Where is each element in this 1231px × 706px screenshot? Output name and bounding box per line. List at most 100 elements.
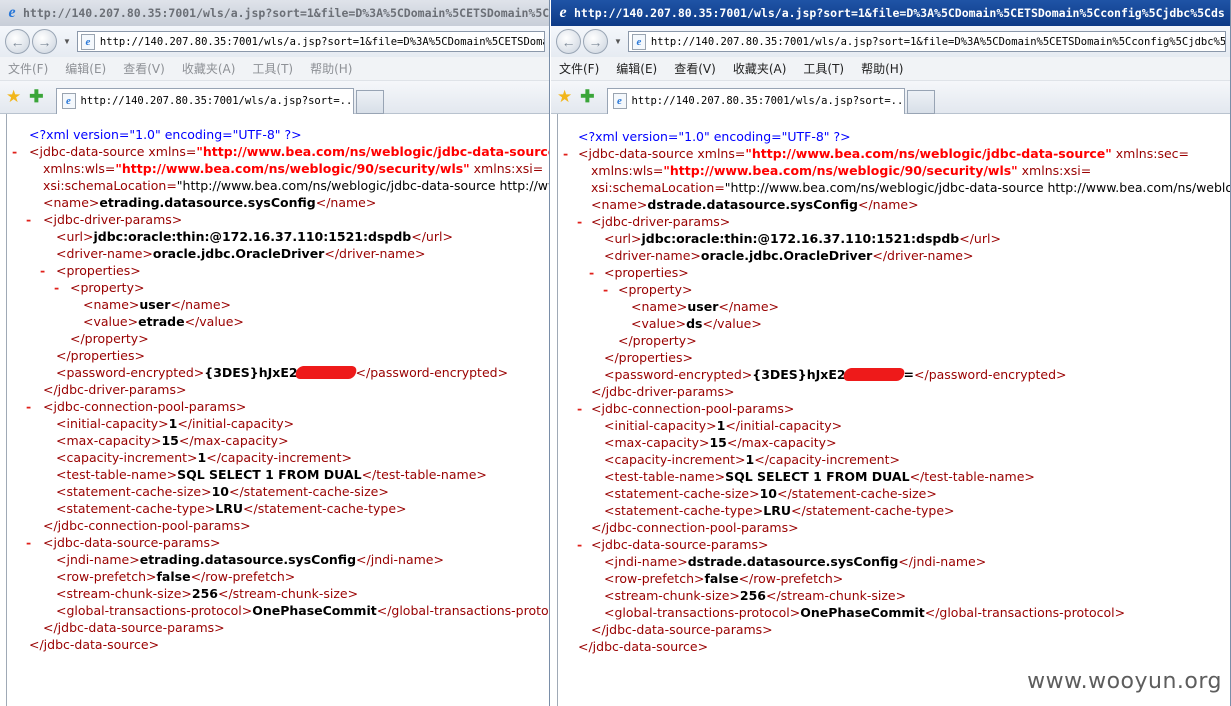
menu-help[interactable]: 帮助(H) (861, 60, 903, 77)
xml-line-name: <name>dstrade.datasource.sysConfig</name… (591, 197, 919, 212)
navigation-bar: ← → ▼ e http://140.207.80.35:7001/wls/a.… (551, 26, 1230, 57)
xml-line-global-tx: <global-transactions-protocol>OnePhaseCo… (604, 605, 1126, 620)
xml-line-xmlns-wls: xmlns:wls="http://www.bea.com/ns/weblogi… (43, 161, 544, 176)
forward-button[interactable]: → (32, 29, 57, 54)
title-bar[interactable]: e http://140.207.80.35:7001/wls/a.jsp?so… (551, 0, 1230, 26)
collapse-toggle[interactable]: - (54, 279, 59, 296)
xml-line-driver-params: - <jdbc-driver-params> (26, 211, 183, 228)
browser-window-right: e http://140.207.80.35:7001/wls/a.jsp?so… (551, 0, 1231, 706)
favorites-bar: ★ ✚ e http://140.207.80.35:7001/wls/a.js… (551, 81, 1230, 114)
xml-line-driver-params-close: </jdbc-driver-params> (43, 382, 187, 397)
new-tab-button[interactable] (355, 89, 384, 114)
xml-line-stream-chunk: <stream-chunk-size>256</stream-chunk-siz… (56, 586, 359, 601)
favorites-star-icon[interactable]: ★ (557, 87, 572, 107)
collapse-toggle[interactable]: - (603, 281, 608, 298)
collapse-toggle[interactable]: - (40, 262, 45, 279)
xml-line-ds-params-close: </jdbc-data-source-params> (43, 620, 225, 635)
xml-line-prop-name: <name>user</name> (83, 297, 231, 312)
xml-content: <?xml version="1.0" encoding="UTF-8" ?> … (557, 114, 1230, 706)
menu-favorites[interactable]: 收藏夹(A) (182, 60, 236, 77)
menu-file[interactable]: 文件(F) (559, 60, 599, 77)
collapse-toggle[interactable]: - (12, 143, 17, 160)
menu-edit[interactable]: 编辑(E) (616, 60, 657, 77)
collapse-toggle[interactable]: - (26, 398, 31, 415)
menu-view[interactable]: 查看(V) (674, 60, 716, 77)
collapse-toggle[interactable]: - (589, 264, 594, 281)
xml-line-properties-close: </properties> (604, 350, 693, 365)
collapse-toggle[interactable]: - (577, 536, 582, 553)
browser-tab[interactable]: e http://140.207.80.35:7001/wls/a.jsp?so… (55, 87, 354, 114)
window-title: http://140.207.80.35:7001/wls/a.jsp?sort… (23, 6, 549, 20)
xml-line-capacity-increment: <capacity-increment>1</capacity-incremen… (56, 450, 352, 465)
tab-page-icon: e (61, 93, 76, 109)
menu-file[interactable]: 文件(F) (8, 60, 48, 77)
ie-logo-icon: e (559, 4, 567, 21)
back-button[interactable]: ← (5, 29, 30, 54)
xml-line-global-tx: <global-transactions-protocol>OnePhaseCo… (56, 603, 549, 618)
ie-logo-icon: e (8, 4, 16, 21)
xml-line-property-close: </property> (618, 333, 697, 348)
navigation-bar: ← → ▼ e http://140.207.80.35:7001/wls/a.… (0, 26, 549, 57)
forward-button[interactable]: → (583, 29, 608, 54)
tab-page-icon: e (612, 93, 627, 109)
collapse-toggle[interactable]: - (563, 145, 568, 162)
browser-window-left: e http://140.207.80.35:7001/wls/a.jsp?so… (0, 0, 550, 706)
xml-line-jndi-name: <jndi-name>etrading.datasource.sysConfig… (56, 552, 444, 567)
xml-line-row-prefetch: <row-prefetch>false</row-prefetch> (56, 569, 296, 584)
history-dropdown-icon[interactable]: ▼ (63, 37, 71, 46)
xml-line-ds-params: - <jdbc-data-source-params> (26, 534, 221, 551)
new-tab-button[interactable] (906, 89, 935, 114)
xml-line-datasource-close: </jdbc-data-source> (578, 639, 709, 654)
xml-line-prop-value: <value>ds</value> (631, 316, 762, 331)
xml-line-test-table: <test-table-name>SQL SELECT 1 FROM DUAL<… (604, 469, 1035, 484)
xml-line-driver-name: <driver-name>oracle.jdbc.OracleDriver</d… (604, 248, 974, 263)
xml-line-datasource: - <jdbc-data-source xmlns="http://www.bea… (12, 143, 549, 160)
xml-tree: <?xml version="1.0" encoding="UTF-8" ?> … (7, 126, 549, 653)
xml-line-xmlns-wls: xmlns:wls="http://www.bea.com/ns/weblogi… (591, 163, 1092, 178)
address-bar[interactable]: e http://140.207.80.35:7001/wls/a.jsp?so… (627, 31, 1226, 52)
collapse-toggle[interactable]: - (26, 211, 31, 228)
redaction-mark (293, 366, 358, 379)
page-icon: e (80, 33, 95, 50)
xml-line-property: - <property> (54, 279, 145, 296)
xml-line-property: - <property> (603, 281, 693, 298)
xml-line-ds-params: - <jdbc-data-source-params> (577, 536, 769, 553)
watermark: www.wooyun.org (1027, 669, 1222, 694)
back-button[interactable]: ← (556, 29, 581, 54)
xml-line-initial-capacity: <initial-capacity>1</initial-capacity> (604, 418, 843, 433)
collapse-toggle[interactable]: - (26, 534, 31, 551)
xml-line-max-capacity: <max-capacity>15</max-capacity> (56, 433, 289, 448)
add-favorite-icon[interactable]: ✚ (29, 87, 43, 107)
menu-tools[interactable]: 工具(T) (252, 60, 293, 77)
menu-tools[interactable]: 工具(T) (803, 60, 844, 77)
menu-edit[interactable]: 编辑(E) (65, 60, 106, 77)
xml-line-cache-size: <statement-cache-size>10</statement-cach… (604, 486, 937, 501)
menu-help[interactable]: 帮助(H) (310, 60, 352, 77)
xml-line-properties-close: </properties> (56, 348, 145, 363)
xml-line-driver-params-close: </jdbc-driver-params> (591, 384, 735, 399)
xml-line-driver-name: <driver-name>oracle.jdbc.OracleDriver</d… (56, 246, 426, 261)
address-bar[interactable]: e http://140.207.80.35:7001/wls/a.jsp?so… (76, 31, 545, 52)
collapse-toggle[interactable]: - (577, 400, 582, 417)
menu-view[interactable]: 查看(V) (123, 60, 165, 77)
menu-favorites[interactable]: 收藏夹(A) (733, 60, 787, 77)
xml-line-datasource-close: </jdbc-data-source> (29, 637, 160, 652)
xml-line-max-capacity: <max-capacity>15</max-capacity> (604, 435, 837, 450)
history-dropdown-icon[interactable]: ▼ (614, 37, 622, 46)
collapse-toggle[interactable]: - (577, 213, 582, 230)
tab-label: http://140.207.80.35:7001/wls/a.jsp?sort… (631, 95, 905, 107)
favorites-star-icon[interactable]: ★ (6, 87, 21, 107)
xml-line-prop-value: <value>etrade</value> (83, 314, 244, 329)
favorites-bar: ★ ✚ e http://140.207.80.35:7001/wls/a.js… (0, 81, 549, 114)
address-text: http://140.207.80.35:7001/wls/a.jsp?sort… (99, 35, 544, 48)
xml-line-row-prefetch: <row-prefetch>false</row-prefetch> (604, 571, 844, 586)
xml-line-prop-name: <name>user</name> (631, 299, 779, 314)
redaction-mark (841, 368, 906, 381)
browser-tab[interactable]: e http://140.207.80.35:7001/wls/a.jsp?so… (606, 87, 905, 114)
xml-line-url: <url>jdbc:oracle:thin:@172.16.37.110:152… (56, 229, 453, 244)
add-favorite-icon[interactable]: ✚ (580, 87, 594, 107)
xml-line-cache-type: <statement-cache-type>LRU</statement-cac… (604, 503, 955, 518)
xml-line-password: <password-encrypted>{3DES}hJxE2t =</passw… (604, 367, 1067, 382)
xml-line-pool-params: - <jdbc-connection-pool-params> (26, 398, 247, 415)
title-bar[interactable]: e http://140.207.80.35:7001/wls/a.jsp?so… (0, 0, 549, 26)
